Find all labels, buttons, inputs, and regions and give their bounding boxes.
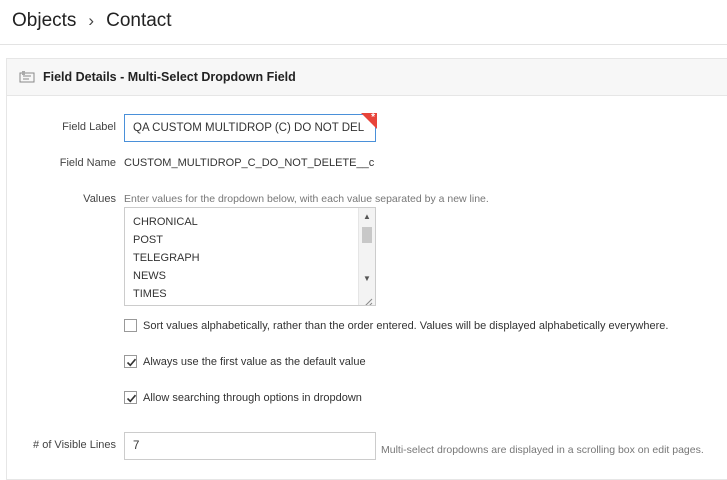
- required-star-icon: *: [371, 112, 375, 123]
- sort-alphabetically-checkbox[interactable]: [124, 319, 137, 332]
- first-value-default-label: Always use the first value as the defaul…: [143, 355, 366, 368]
- first-value-default-checkbox[interactable]: [124, 355, 137, 368]
- checkmark-icon: [126, 394, 137, 403]
- breadcrumb-contact: Contact: [106, 10, 172, 31]
- value-item: POST: [133, 234, 163, 246]
- visible-lines-label: # of Visible Lines: [33, 439, 116, 451]
- allow-searching-checkbox[interactable]: [124, 391, 137, 404]
- scroll-down-icon[interactable]: ▼: [363, 274, 371, 283]
- field-icon: [19, 70, 35, 84]
- values-hint: Enter values for the dropdown below, wit…: [124, 193, 489, 205]
- field-name-value: CUSTOM_MULTIDROP_C_DO_NOT_DELETE__c: [124, 157, 375, 169]
- first-value-default-option[interactable]: Always use the first value as the defaul…: [124, 355, 366, 368]
- sort-alphabetically-option[interactable]: Sort values alphabetically, rather than …: [124, 319, 668, 332]
- scroll-thumb[interactable]: [362, 227, 372, 243]
- scroll-up-icon[interactable]: ▲: [363, 212, 371, 221]
- values-label: Values: [83, 193, 116, 205]
- values-textarea[interactable]: CHRONICAL POST TELEGRAPH NEWS TIMES ▲ ▼: [124, 207, 376, 306]
- visible-lines-hint: Multi-select dropdowns are displayed in …: [381, 444, 704, 456]
- panel-header: Field Details - Multi-Select Dropdown Fi…: [7, 59, 727, 96]
- panel-title: Field Details - Multi-Select Dropdown Fi…: [43, 70, 296, 84]
- value-item: NEWS: [133, 270, 166, 282]
- checkmark-icon: [126, 358, 137, 367]
- breadcrumb-separator: ›: [88, 11, 95, 30]
- breadcrumb: Objects › Contact: [12, 10, 172, 32]
- values-scrollbar[interactable]: ▲ ▼: [358, 208, 375, 305]
- field-label-input[interactable]: [124, 114, 376, 142]
- sort-alphabetically-label: Sort values alphabetically, rather than …: [143, 319, 669, 332]
- resize-handle-icon[interactable]: [364, 294, 373, 305]
- visible-lines-input[interactable]: [124, 432, 376, 460]
- field-label-wrapper: *: [124, 112, 377, 142]
- field-label-label: Field Label: [62, 121, 116, 133]
- value-item: CHRONICAL: [133, 216, 198, 228]
- field-name-label: Field Name: [59, 157, 116, 169]
- breadcrumb-objects[interactable]: Objects: [12, 10, 76, 32]
- top-bar: Objects › Contact: [0, 0, 727, 45]
- value-item: TELEGRAPH: [133, 252, 200, 264]
- allow-searching-option[interactable]: Allow searching through options in dropd…: [124, 391, 362, 404]
- allow-searching-label: Allow searching through options in dropd…: [143, 391, 362, 404]
- value-item: TIMES: [133, 288, 167, 300]
